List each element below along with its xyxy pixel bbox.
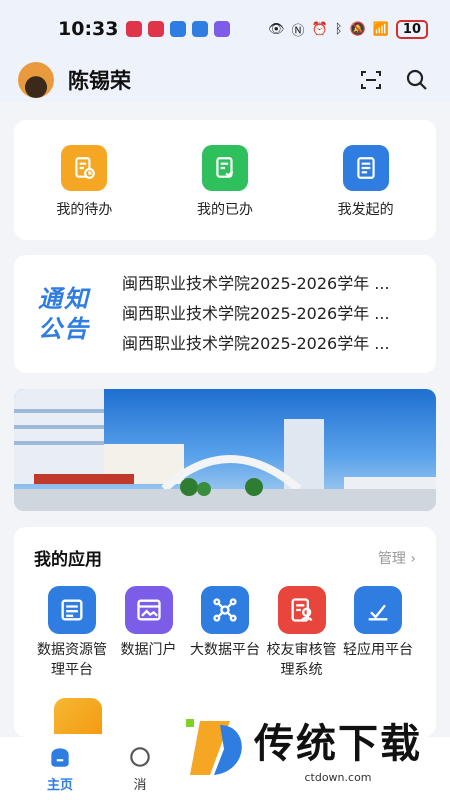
alumni-icon xyxy=(277,586,326,634)
watermark-logo-icon xyxy=(186,718,242,775)
notice-badge-line1: 通知 xyxy=(38,285,90,313)
done-label: 我的已办 xyxy=(196,202,253,218)
app-label: 大数据平台 xyxy=(190,642,260,658)
app-header: 陈锡荣 xyxy=(0,58,450,102)
shield-notification-icon xyxy=(170,21,187,37)
notice-item[interactable]: 闽西职业技术学院2025-2026学年 ... xyxy=(122,269,422,299)
alarm-icon: ⏰ xyxy=(311,21,328,37)
notice-list: 闽西职业技术学院2025-2026学年 ... 闽西职业技术学院2025-202… xyxy=(122,269,422,359)
more-app-icon[interactable] xyxy=(54,698,102,734)
tab-home-label: 主页 xyxy=(46,778,73,793)
app-notification-icon xyxy=(214,21,231,37)
app-notification-icon xyxy=(148,21,165,37)
light-app-icon xyxy=(354,586,402,634)
watermark-url: ctdown.com xyxy=(304,771,372,784)
app-data-resource[interactable]: 数据资源管理平台 xyxy=(34,586,110,680)
battery-icon: 10 xyxy=(395,19,428,39)
watermark: 传统下载 ctdown.com xyxy=(180,700,440,795)
nfc-icon: Ⓝ xyxy=(291,23,305,39)
avatar[interactable] xyxy=(18,62,54,98)
tab-message[interactable]: 消 xyxy=(100,744,180,793)
bluetooth-icon: ᛒ xyxy=(334,21,343,37)
wifi-icon: 📶 xyxy=(372,21,389,37)
tab-message-label: 消 xyxy=(133,778,147,793)
network-icon xyxy=(201,586,249,634)
notice-item[interactable]: 闽西职业技术学院2025-2026学年 ... xyxy=(122,329,422,359)
initiated-icon xyxy=(342,145,389,191)
todo-icon xyxy=(61,145,108,191)
initiated-label: 我发起的 xyxy=(337,202,394,218)
eye-icon: 👁 xyxy=(268,21,285,37)
notification-icons xyxy=(126,21,231,37)
scan-icon[interactable] xyxy=(356,65,386,95)
app-label: 校友审核管理系统 xyxy=(266,642,337,678)
app-alumni-review[interactable]: 校友审核管理系统 xyxy=(264,586,340,680)
done-button[interactable]: 我的已办 xyxy=(170,145,280,219)
apps-title: 我的应用 xyxy=(34,550,102,570)
notice-badge-line2: 公告 xyxy=(38,315,90,343)
todo-label: 我的待办 xyxy=(56,202,113,218)
app-label: 数据资源管理平台 xyxy=(37,642,107,678)
app-notification-icon xyxy=(192,21,209,37)
campus-banner[interactable] xyxy=(14,389,436,511)
app-data-portal[interactable]: 数据门户 xyxy=(111,586,187,680)
done-icon xyxy=(201,145,248,191)
quick-actions-card: 我的待办 我的已办 我发起的 xyxy=(14,120,436,240)
status-bar: 10:33 👁 Ⓝ ⏰ ᛒ 🔕 📶 10 xyxy=(0,0,450,58)
app-label: 轻应用平台 xyxy=(343,642,413,658)
initiated-button[interactable]: 我发起的 xyxy=(311,145,421,219)
username: 陈锡荣 xyxy=(68,69,131,93)
app-notification-icon xyxy=(126,21,143,37)
notice-badge: 通知 公告 xyxy=(32,284,96,344)
portal-icon xyxy=(124,586,173,634)
database-icon xyxy=(48,586,96,634)
app-label: 数据门户 xyxy=(120,642,177,658)
status-time: 10:33 xyxy=(58,18,119,40)
manage-button[interactable]: 管理 › xyxy=(378,548,416,568)
watermark-text: 传统下载 xyxy=(254,721,422,767)
tab-home[interactable]: 主页 xyxy=(20,744,100,793)
notice-item[interactable]: 闽西职业技术学院2025-2026学年 ... xyxy=(122,299,422,329)
app-big-data[interactable]: 大数据平台 xyxy=(187,586,263,680)
notice-card: 通知 公告 闽西职业技术学院2025-2026学年 ... 闽西职业技术学院20… xyxy=(14,255,436,373)
message-icon xyxy=(130,747,150,767)
campus-image xyxy=(14,389,436,511)
mute-icon: 🔕 xyxy=(349,21,366,37)
app-light-app[interactable]: 轻应用平台 xyxy=(340,586,416,680)
search-icon[interactable] xyxy=(402,65,432,95)
home-icon xyxy=(51,748,69,767)
todo-button[interactable]: 我的待办 xyxy=(29,145,139,219)
